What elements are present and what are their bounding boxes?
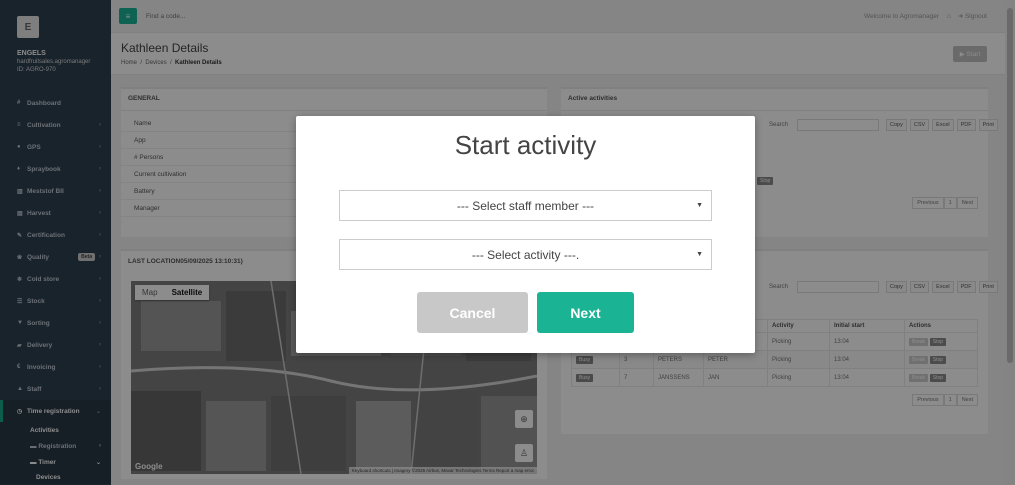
next-button[interactable]: Next: [537, 292, 634, 333]
staff-member-select[interactable]: --- Select staff member --- ▼: [339, 190, 712, 221]
activity-select-value: --- Select activity ---.: [471, 247, 580, 262]
modal-title: Start activity: [454, 130, 597, 160]
start-activity-modal: Start activity --- Select staff member -…: [296, 116, 755, 353]
caret-down-icon: ▼: [696, 251, 703, 258]
cancel-button[interactable]: Cancel: [417, 292, 528, 333]
activity-select[interactable]: --- Select activity ---. ▼: [339, 239, 712, 270]
staff-member-select-value: --- Select staff member ---: [456, 198, 595, 213]
caret-down-icon: ▼: [696, 202, 703, 209]
